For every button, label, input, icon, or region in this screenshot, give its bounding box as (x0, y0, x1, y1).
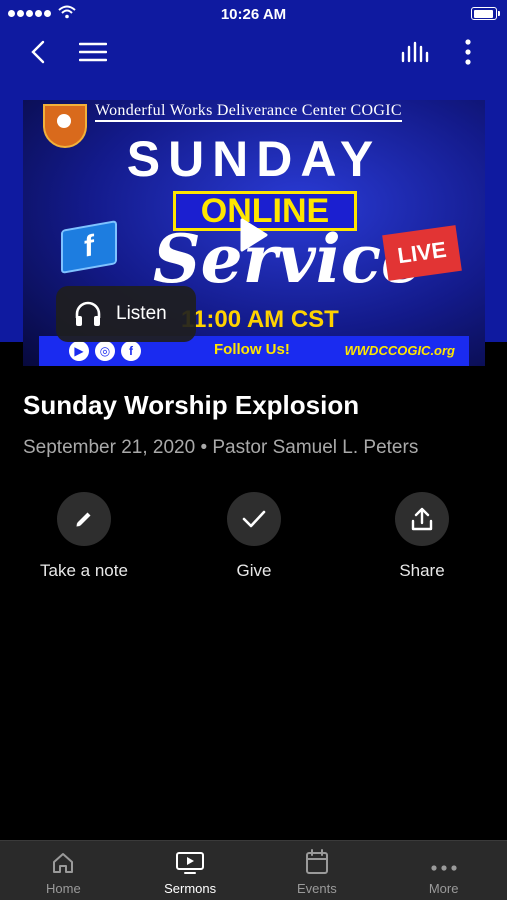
more-options-button[interactable] (450, 34, 486, 70)
pencil-icon (76, 512, 91, 527)
back-button[interactable] (20, 34, 56, 70)
tab-more-label: More (428, 881, 459, 896)
sermon-title: Sunday Worship Explosion (23, 390, 360, 420)
live-badge: LIVE (382, 225, 462, 281)
sermon-meta: September 21, 2020 • Pastor Samuel L. Pe… (23, 437, 419, 458)
play-button[interactable] (213, 205, 295, 265)
thumbnail-time-text: 11:00 AM CST (181, 306, 339, 333)
tab-sermons-label: Sermons (164, 881, 217, 896)
share-icon (411, 507, 433, 531)
listen-button[interactable]: Listen (56, 286, 196, 342)
tab-more[interactable]: More (380, 841, 507, 900)
vertical-dots-icon (465, 39, 471, 65)
play-icon (240, 218, 268, 252)
bottom-tab-bar: Home Sermons Events More (0, 840, 507, 900)
follow-us-text: Follow Us! (214, 341, 290, 358)
facebook-logo: f (61, 220, 117, 274)
check-icon (242, 510, 266, 528)
give-button[interactable]: Give (184, 492, 324, 581)
tab-events[interactable]: Events (254, 841, 381, 900)
equalizer-icon (401, 41, 429, 63)
youtube-icon: ▶ (69, 341, 89, 361)
give-label: Give (236, 561, 272, 580)
status-time: 10:26 AM (220, 6, 287, 23)
headphones-icon (75, 301, 101, 326)
tab-events-label: Events (297, 881, 337, 896)
calendar-icon (305, 849, 328, 874)
menu-button[interactable] (75, 34, 111, 70)
instagram-icon: ◎ (95, 341, 115, 361)
share-button[interactable]: Share (352, 492, 492, 581)
thumbnail-sunday-text: SUNDAY (126, 131, 382, 187)
horizontal-dots-icon (431, 865, 457, 871)
audio-button[interactable] (397, 34, 433, 70)
tab-home-label: Home (46, 881, 81, 896)
thumbnail-church-name: Wonderful Works Deliverance Center COGIC (95, 102, 402, 122)
website-text: WWDCCOGIC.org (344, 343, 455, 358)
take-note-label: Take a note (40, 561, 128, 580)
battery-icon (471, 7, 500, 20)
tab-sermons[interactable]: Sermons (127, 841, 254, 900)
facebook-icon: f (121, 341, 141, 361)
share-label: Share (399, 561, 445, 580)
tv-play-icon (176, 852, 205, 874)
hamburger-icon (79, 42, 107, 62)
tab-home[interactable]: Home (0, 841, 127, 900)
home-icon (53, 853, 74, 873)
listen-label: Listen (116, 303, 167, 324)
status-bar: 10:26 AM (0, 0, 507, 28)
take-note-button[interactable]: Take a note (14, 492, 154, 581)
chevron-left-icon (31, 40, 45, 64)
